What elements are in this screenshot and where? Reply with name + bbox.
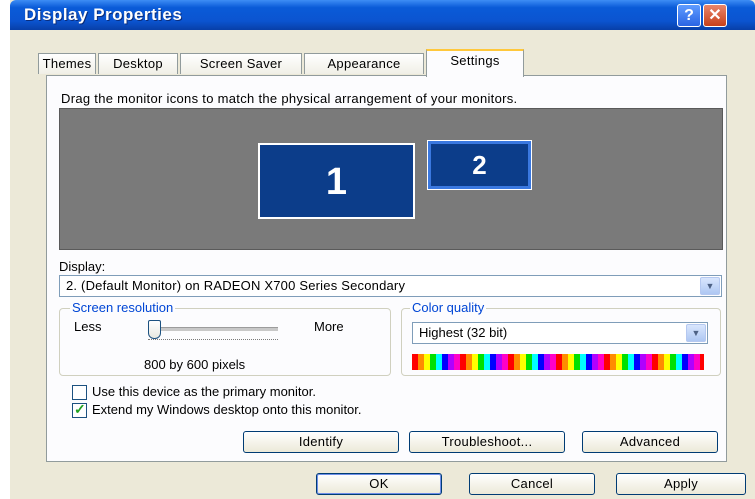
monitor-arrangement-area: 1 2: [59, 108, 723, 250]
color-quality-legend: Color quality: [410, 300, 487, 315]
color-spectrum-bar: [412, 354, 704, 370]
screen-resolution-legend: Screen resolution: [70, 300, 176, 315]
troubleshoot-button[interactable]: Troubleshoot...: [409, 431, 565, 453]
chevron-down-icon[interactable]: ▼: [700, 277, 720, 295]
close-button[interactable]: ✕: [703, 4, 727, 27]
extend-desktop-checkbox[interactable]: ✓: [72, 401, 87, 418]
tab-themes[interactable]: Themes: [38, 53, 96, 74]
screen-resolution-group: Screen resolution Less More 800 by 600 p…: [59, 300, 391, 376]
cancel-button[interactable]: Cancel: [469, 473, 595, 495]
display-properties-window: Display Properties ? ✕ Themes Desktop Sc…: [10, 0, 755, 499]
resolution-value: 800 by 600 pixels: [144, 357, 246, 372]
color-quality-dropdown[interactable]: Highest (32 bit) ▼: [412, 322, 708, 344]
display-label: Display:: [59, 259, 106, 274]
resolution-slider-thumb[interactable]: [148, 320, 161, 339]
window-title: Display Properties: [24, 5, 183, 24]
identify-button[interactable]: Identify: [243, 431, 399, 453]
instructions-text: Drag the monitor icons to match the phys…: [61, 91, 518, 106]
color-quality-group: Color quality Highest (32 bit) ▼: [401, 300, 721, 376]
help-button[interactable]: ?: [677, 4, 701, 27]
chevron-down-icon[interactable]: ▼: [686, 324, 706, 342]
primary-monitor-label: Use this device as the primary monitor.: [92, 384, 316, 399]
resolution-slider-ticks: [148, 339, 278, 343]
monitor-2-icon[interactable]: 2: [427, 140, 532, 190]
advanced-button[interactable]: Advanced: [582, 431, 718, 453]
monitor-1-icon[interactable]: 1: [258, 143, 415, 219]
more-label: More: [314, 319, 344, 334]
less-label: Less: [74, 319, 102, 334]
color-quality-value: Highest (32 bit): [419, 325, 508, 340]
tab-screen-saver[interactable]: Screen Saver: [180, 53, 302, 74]
primary-monitor-checkbox[interactable]: [72, 385, 87, 400]
tab-desktop[interactable]: Desktop: [98, 53, 178, 74]
apply-button[interactable]: Apply: [616, 473, 746, 495]
resolution-slider-track[interactable]: [148, 327, 278, 331]
tab-settings[interactable]: Settings: [426, 49, 524, 77]
display-value: 2. (Default Monitor) on RADEON X700 Seri…: [66, 278, 406, 293]
extend-desktop-label: Extend my Windows desktop onto this moni…: [92, 402, 362, 417]
settings-panel: Drag the monitor icons to match the phys…: [46, 75, 727, 462]
display-dropdown[interactable]: 2. (Default Monitor) on RADEON X700 Seri…: [59, 275, 722, 297]
tab-appearance[interactable]: Appearance: [304, 53, 424, 74]
checkmark-icon: ✓: [74, 401, 86, 417]
ok-button[interactable]: OK: [316, 473, 442, 495]
title-bar[interactable]: Display Properties ? ✕: [10, 0, 755, 30]
